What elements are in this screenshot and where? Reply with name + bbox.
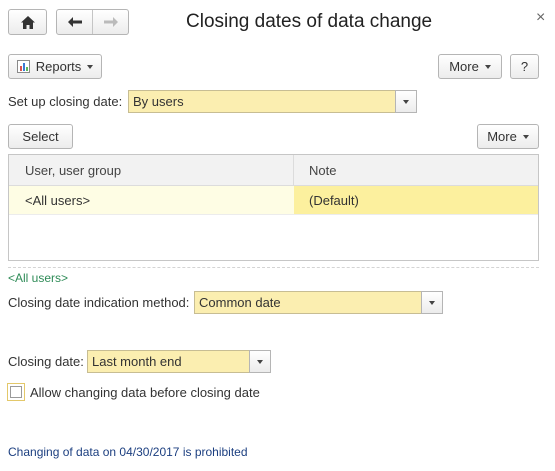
help-label: ? [520, 59, 529, 74]
method-value: Common date [199, 295, 281, 310]
closing-date-select[interactable]: Last month end [87, 350, 271, 373]
more-button[interactable]: More [438, 54, 502, 79]
method-dropdown-button[interactable] [421, 291, 443, 314]
column-header-note[interactable]: Note [309, 163, 336, 178]
select-label: Select [22, 129, 59, 144]
cell-note: (Default) [294, 186, 538, 214]
setup-label: Set up closing date: [8, 94, 123, 109]
chevron-down-icon [257, 359, 263, 364]
reports-icon [16, 60, 30, 73]
group-title: <All users> [8, 271, 69, 285]
allow-changing-checkbox[interactable] [7, 383, 25, 401]
back-button[interactable] [57, 10, 93, 34]
column-divider [293, 155, 294, 186]
setup-select[interactable]: By users [128, 90, 417, 113]
closing-date-value: Last month end [92, 354, 182, 369]
closing-date-dropdown-button[interactable] [249, 350, 271, 373]
column-header-user[interactable]: User, user group [25, 163, 121, 178]
separator [8, 267, 539, 268]
allow-changing-label[interactable]: Allow changing data before closing date [30, 385, 260, 400]
checkbox-box [10, 386, 22, 398]
forward-button[interactable] [93, 10, 128, 34]
chevron-down-icon [522, 134, 529, 139]
home-icon [20, 15, 35, 29]
arrow-left-icon [67, 17, 82, 27]
chevron-down-icon [403, 99, 409, 104]
closing-date-label: Closing date: [8, 354, 84, 369]
help-button[interactable]: ? [510, 54, 539, 79]
arrow-right-icon [103, 17, 118, 27]
select-button[interactable]: Select [8, 124, 73, 149]
chevron-down-icon [87, 64, 94, 69]
list-more-label: More [487, 129, 517, 144]
more-label: More [449, 59, 479, 74]
reports-button[interactable]: Reports [8, 54, 102, 79]
page-title: Closing dates of data change [186, 11, 433, 32]
method-select[interactable]: Common date [194, 291, 443, 314]
reports-label: Reports [35, 59, 82, 74]
chevron-down-icon [484, 64, 491, 69]
setup-dropdown-button[interactable] [395, 90, 417, 113]
method-label: Closing date indication method: [8, 295, 190, 310]
home-button[interactable] [8, 9, 47, 35]
chevron-down-icon [429, 300, 435, 305]
users-table[interactable]: User, user group Note <All users> (Defau… [8, 154, 539, 261]
cell-user: <All users> [25, 193, 91, 208]
table-header: User, user group Note [9, 155, 538, 186]
close-icon[interactable]: × [536, 9, 545, 27]
status-message: Changing of data on 04/30/2017 is prohib… [8, 445, 248, 459]
list-more-button[interactable]: More [477, 124, 539, 149]
cell-note-text: (Default) [309, 193, 359, 208]
setup-value: By users [133, 94, 184, 109]
nav-group [56, 9, 129, 35]
table-row[interactable]: <All users> (Default) [9, 186, 538, 215]
